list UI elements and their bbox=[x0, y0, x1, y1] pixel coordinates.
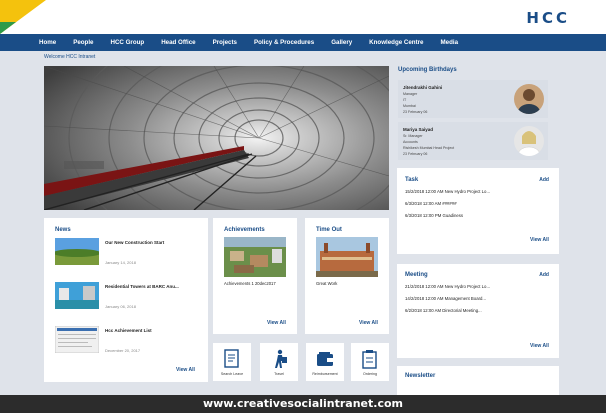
meeting-view-all-link[interactable]: View All bbox=[530, 343, 549, 349]
birthday-card[interactable]: Jitendrakhi Gahini Manager IT Mumbai 23 … bbox=[398, 80, 548, 118]
achievements-view-all-link[interactable]: View All bbox=[267, 320, 286, 326]
news-item[interactable]: Our New Construction Start January 14, 2… bbox=[55, 238, 205, 276]
birthday-card[interactable]: Mariya Saiyad Sr. Manager Accounts Rishi… bbox=[398, 122, 548, 160]
meeting-card: Meeting Add 21/2/2018 12:00 AM New Hydro… bbox=[397, 264, 559, 358]
quick-link-travel[interactable]: Travel bbox=[260, 343, 298, 381]
birthday-date: 23 February 06 bbox=[403, 110, 428, 114]
top-bar: HCC bbox=[0, 0, 606, 34]
newsletter-title: Newsletter bbox=[405, 373, 436, 379]
birthday-location: Rishikesh Mumbai Head Project bbox=[403, 146, 455, 150]
wallet-icon bbox=[317, 352, 333, 366]
footer-bar: www.creativesocialintranet.com bbox=[0, 395, 606, 413]
meeting-row[interactable]: 6/2/2018 12:00 AM Directorial Meeting... bbox=[405, 308, 482, 313]
meeting-add-link[interactable]: Add bbox=[539, 272, 549, 278]
avatar bbox=[514, 126, 544, 156]
time-out-image[interactable] bbox=[316, 237, 378, 277]
news-item-date: January 06, 2018 bbox=[105, 304, 136, 309]
news-item[interactable]: Hcc Achievement List December 20, 2017 bbox=[55, 326, 205, 364]
time-out-caption: Great Work bbox=[316, 281, 338, 286]
quick-link-label: Travel bbox=[274, 372, 284, 376]
nav-item-media[interactable]: Media bbox=[441, 39, 459, 46]
news-item-date: December 20, 2017 bbox=[105, 348, 141, 353]
task-row[interactable]: 6/3/2018 12:00 AM ###### bbox=[405, 201, 457, 206]
breadcrumb: Welcome HCC Intranet bbox=[44, 54, 96, 60]
footer-url: www.creativesocialintranet.com bbox=[202, 397, 403, 410]
nav-item-projects[interactable]: Projects bbox=[213, 39, 237, 46]
quick-link-ordering[interactable]: Ordering bbox=[351, 343, 389, 381]
task-title: Task bbox=[405, 177, 419, 183]
achievements-card: Achievements Achievements 1 20dec2017 Vi… bbox=[213, 218, 297, 334]
quick-link-label: Search Leave bbox=[220, 372, 244, 376]
nav-item-hcc-group[interactable]: HCC Group bbox=[111, 39, 145, 46]
main-nav: Home People HCC Group Head Office Projec… bbox=[0, 34, 606, 51]
hcc-logo[interactable]: HCC bbox=[526, 9, 570, 27]
quick-link-search-leave[interactable]: Search Leave bbox=[213, 343, 251, 381]
birthday-role: Sr. Manager bbox=[403, 134, 423, 138]
birthday-name: Jitendrakhi Gahini bbox=[403, 85, 443, 90]
news-item-date: January 14, 2018 bbox=[105, 260, 136, 265]
news-view-all-link[interactable]: View All bbox=[176, 367, 195, 373]
news-thumbnail bbox=[55, 238, 99, 265]
birthday-dept: IT bbox=[403, 98, 407, 102]
meeting-row[interactable]: 21/2/2018 12:00 AM New Hydro Project Lo.… bbox=[405, 284, 490, 289]
news-item[interactable]: Residential Towers at BARC Anu... Januar… bbox=[55, 282, 205, 320]
time-out-view-all-link[interactable]: View All bbox=[359, 320, 378, 326]
news-item-title[interactable]: Our New Construction Start bbox=[105, 240, 164, 245]
nav-item-home[interactable]: Home bbox=[39, 39, 56, 46]
birthday-date: 23 February 06 bbox=[403, 152, 428, 156]
document-icon bbox=[224, 349, 239, 368]
task-row[interactable]: 15/2/2018 12:00 AM New Hydro Project Lo.… bbox=[405, 189, 490, 194]
nav-item-head-office[interactable]: Head Office bbox=[161, 39, 195, 46]
news-title: News bbox=[55, 227, 71, 233]
birthday-role: Manager bbox=[403, 92, 418, 96]
news-item-title[interactable]: Residential Towers at BARC Anu... bbox=[105, 284, 179, 289]
avatar bbox=[514, 84, 544, 114]
birthday-dept: Accounts bbox=[403, 140, 418, 144]
time-out-title: Time Out bbox=[316, 227, 342, 233]
task-view-all-link[interactable]: View All bbox=[530, 237, 549, 243]
news-card: News Our New Construction Start January … bbox=[44, 218, 208, 382]
news-thumbnail bbox=[55, 326, 99, 353]
upcoming-birthdays-title: Upcoming Birthdays bbox=[398, 67, 457, 73]
achievements-image[interactable] bbox=[224, 237, 286, 277]
birthday-location: Mumbai bbox=[403, 104, 416, 108]
time-out-card: Time Out Great Work View All bbox=[305, 218, 389, 334]
task-card: Task Add 15/2/2018 12:00 AM New Hydro Pr… bbox=[397, 168, 559, 254]
news-item-title[interactable]: Hcc Achievement List bbox=[105, 328, 152, 333]
news-thumbnail bbox=[55, 282, 99, 309]
newsletter-card: Newsletter bbox=[397, 366, 559, 395]
meeting-title: Meeting bbox=[405, 272, 428, 278]
nav-item-knowledge-centre[interactable]: Knowledge Centre bbox=[369, 39, 423, 46]
quick-link-label: Reimbursement bbox=[312, 372, 338, 376]
traveler-icon bbox=[275, 349, 287, 368]
birthday-name: Mariya Saiyad bbox=[403, 127, 434, 132]
hero-banner-image[interactable] bbox=[44, 66, 389, 210]
nav-item-gallery[interactable]: Gallery bbox=[331, 39, 352, 46]
corner-accent-green bbox=[0, 22, 16, 34]
clipboard-icon bbox=[362, 350, 377, 369]
quick-link-label: Ordering bbox=[363, 372, 377, 376]
nav-item-people[interactable]: People bbox=[73, 39, 93, 46]
achievements-title: Achievements bbox=[224, 227, 265, 233]
quick-link-reimbursement[interactable]: Reimbursement bbox=[306, 343, 344, 381]
nav-item-policy[interactable]: Policy & Procedures bbox=[254, 39, 314, 46]
achievements-caption: Achievements 1 20dec2017 bbox=[224, 281, 276, 286]
task-add-link[interactable]: Add bbox=[539, 177, 549, 183]
task-row[interactable]: 6/3/2018 12:00 PM Guadiness bbox=[405, 213, 463, 218]
meeting-row[interactable]: 14/2/2018 12:00 AM Management Board... bbox=[405, 296, 486, 301]
